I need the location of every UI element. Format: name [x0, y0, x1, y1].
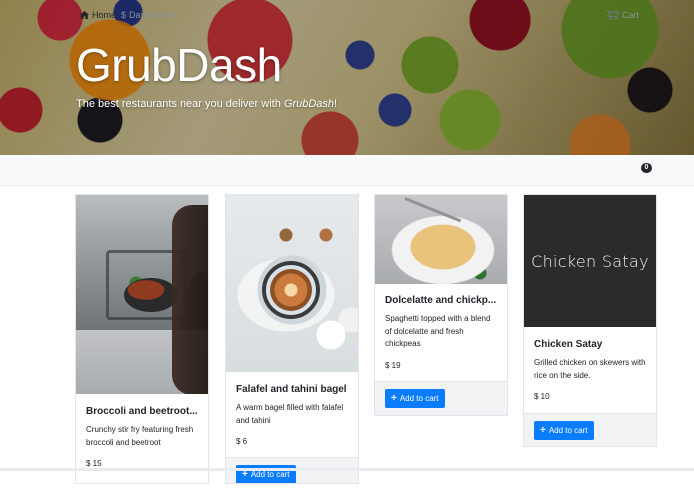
dollar-icon: $: [121, 10, 127, 20]
product-card: Broccoli and beetroot... Crunchy stir fr…: [75, 194, 209, 484]
product-title[interactable]: Falafel and tahini bagel: [236, 384, 350, 395]
plus-icon: +: [540, 425, 546, 436]
product-price: $ 15: [86, 459, 102, 468]
cart-icon: [606, 10, 619, 20]
card-footer: + Add to cart: [375, 381, 507, 415]
add-to-cart-button[interactable]: + Add to cart: [385, 389, 445, 408]
hero-subtitle: The best restaurants near you deliver wi…: [76, 98, 337, 110]
product-title[interactable]: Chicken Satay: [534, 339, 648, 350]
product-price: $ 19: [385, 361, 401, 370]
product-image-broccoli[interactable]: [76, 195, 208, 394]
navbar: [0, 155, 694, 186]
product-price: $ 10: [534, 392, 550, 401]
nav-home-link[interactable]: Home: [80, 10, 116, 20]
add-to-cart-label: Add to cart: [250, 470, 290, 479]
horizontal-scrollbar[interactable]: [0, 468, 694, 471]
nav-dashboard-link[interactable]: $ Dashboard: [121, 10, 173, 20]
product-price: $ 6: [236, 437, 248, 446]
product-title[interactable]: Dolcelatte and chickp...: [385, 295, 499, 306]
plus-icon: +: [391, 393, 397, 404]
nav-home-label: Home: [92, 10, 117, 20]
product-image-pasta[interactable]: [375, 195, 507, 284]
product-card: Chicken Satay Chicken Satay Grilled chic…: [523, 194, 657, 447]
product-description: Crunchy stir fry featuring fresh broccol…: [86, 425, 194, 447]
nav-cart-label: Cart: [622, 10, 640, 20]
cart-count-badge: 0: [641, 163, 652, 173]
nav-cart-link[interactable]: Cart: [606, 10, 639, 20]
bagel-shape: [270, 269, 312, 311]
card-footer: + Add to cart: [524, 413, 656, 446]
product-description: A warm bagel filled with falafel and tah…: [236, 403, 344, 425]
hero-subtitle-brand: GrubDash: [283, 98, 335, 110]
product-title[interactable]: Broccoli and beetroot...: [86, 406, 200, 417]
home-icon: [80, 11, 89, 19]
product-card: Dolcelatte and chickp... Spaghetti toppe…: [374, 194, 508, 416]
product-description: Grilled chicken on skewers with rice on …: [534, 358, 646, 380]
hero-title: GrubDash: [76, 39, 282, 91]
hero-subtitle-suffix: !: [334, 98, 338, 110]
product-description: Spaghetti topped with a blend of dolcela…: [385, 314, 491, 348]
product-image-text: Chicken Satay: [531, 251, 649, 271]
hero-banner: GrubDash The best restaurants near you d…: [0, 0, 694, 155]
add-to-cart-button[interactable]: + Add to cart: [534, 421, 594, 440]
add-to-cart-label: Add to cart: [548, 426, 588, 435]
nav-dashboard-label: Dashboard: [129, 10, 174, 20]
hero-subtitle-prefix: The best restaurants near you deliver wi…: [76, 98, 284, 110]
add-to-cart-label: Add to cart: [399, 394, 439, 403]
fork-shape: [404, 197, 462, 223]
product-image-bagel[interactable]: [226, 195, 358, 372]
product-card: Falafel and tahini bagel A warm bagel fi…: [225, 194, 359, 484]
product-image-satay[interactable]: Chicken Satay: [524, 195, 656, 327]
arm-shape: [172, 205, 208, 394]
